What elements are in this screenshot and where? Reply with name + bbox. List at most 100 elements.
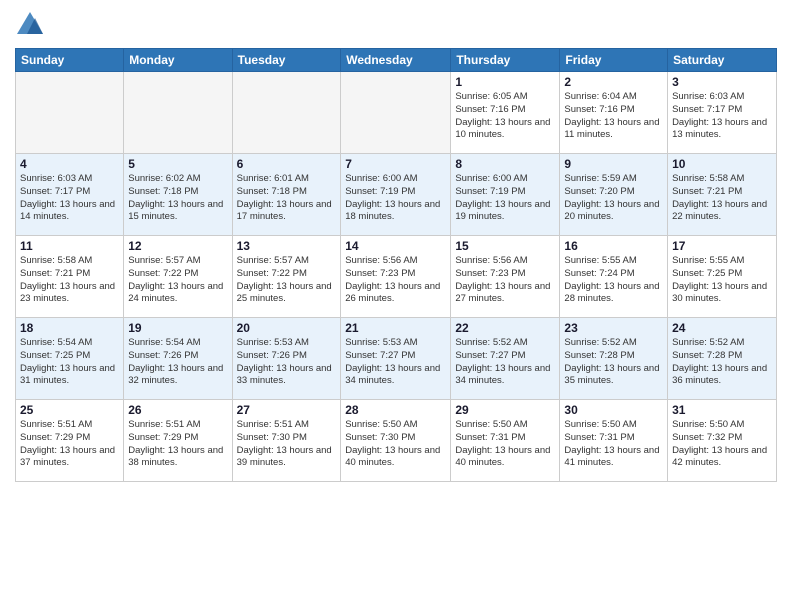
calendar-week-4: 18 Sunrise: 5:54 AMSunset: 7:25 PMDayligh… bbox=[16, 318, 777, 400]
day-info: Sunrise: 5:57 AMSunset: 7:22 PMDaylight:… bbox=[128, 255, 227, 306]
day-number: 21 bbox=[345, 321, 446, 335]
day-number: 18 bbox=[20, 321, 119, 335]
day-info: Sunrise: 5:52 AMSunset: 7:28 PMDaylight:… bbox=[564, 337, 663, 388]
day-info: Sunrise: 5:51 AMSunset: 7:29 PMDaylight:… bbox=[128, 419, 227, 470]
calendar-cell: 24 Sunrise: 5:52 AMSunset: 7:28 PMDayligh… bbox=[668, 318, 777, 400]
day-info: Sunrise: 6:05 AMSunset: 7:16 PMDaylight:… bbox=[455, 91, 555, 142]
day-number: 13 bbox=[237, 239, 337, 253]
calendar-cell: 11Sunrise: 5:58 AMSunset: 7:21 PMDayligh… bbox=[16, 236, 124, 318]
day-header-monday: Monday bbox=[124, 49, 232, 72]
day-info: Sunrise: 5:51 AMSunset: 7:30 PMDaylight:… bbox=[237, 419, 337, 470]
day-number: 12 bbox=[128, 239, 227, 253]
day-number: 19 bbox=[128, 321, 227, 335]
day-info: Sunrise: 6:02 AMSunset: 7:18 PMDaylight:… bbox=[128, 173, 227, 224]
day-number: 1 bbox=[455, 75, 555, 89]
calendar-cell: 13 Sunrise: 5:57 AMSunset: 7:22 PMDayligh… bbox=[232, 236, 341, 318]
calendar-cell: 28 Sunrise: 5:50 AMSunset: 7:30 PMDayligh… bbox=[341, 400, 451, 482]
calendar-table: SundayMondayTuesdayWednesdayThursdayFrid… bbox=[15, 48, 777, 482]
day-info: Sunrise: 5:55 AMSunset: 7:25 PMDaylight:… bbox=[672, 255, 772, 306]
day-number: 10 bbox=[672, 157, 772, 171]
day-number: 9 bbox=[564, 157, 663, 171]
calendar-cell: 17 Sunrise: 5:55 AMSunset: 7:25 PMDayligh… bbox=[668, 236, 777, 318]
day-info: Sunrise: 5:59 AMSunset: 7:20 PMDaylight:… bbox=[564, 173, 663, 224]
day-number: 14 bbox=[345, 239, 446, 253]
day-info: Sunrise: 5:52 AMSunset: 7:27 PMDaylight:… bbox=[455, 337, 555, 388]
day-number: 30 bbox=[564, 403, 663, 417]
day-header-sunday: Sunday bbox=[16, 49, 124, 72]
calendar-cell: 8 Sunrise: 6:00 AMSunset: 7:19 PMDaylight… bbox=[451, 154, 560, 236]
day-info: Sunrise: 5:55 AMSunset: 7:24 PMDaylight:… bbox=[564, 255, 663, 306]
calendar-cell: 31Sunrise: 5:50 AMSunset: 7:32 PMDayligh… bbox=[668, 400, 777, 482]
calendar-cell: 15 Sunrise: 5:56 AMSunset: 7:23 PMDayligh… bbox=[451, 236, 560, 318]
day-number: 22 bbox=[455, 321, 555, 335]
header-row: SundayMondayTuesdayWednesdayThursdayFrid… bbox=[16, 49, 777, 72]
calendar-cell: 1 Sunrise: 6:05 AMSunset: 7:16 PMDaylight… bbox=[451, 72, 560, 154]
calendar-cell bbox=[341, 72, 451, 154]
calendar-cell: 5 Sunrise: 6:02 AMSunset: 7:18 PMDaylight… bbox=[124, 154, 232, 236]
logo bbox=[15, 10, 49, 40]
day-header-wednesday: Wednesday bbox=[341, 49, 451, 72]
calendar-week-2: 4Sunrise: 6:03 AMSunset: 7:17 PMDaylight… bbox=[16, 154, 777, 236]
day-header-thursday: Thursday bbox=[451, 49, 560, 72]
day-number: 28 bbox=[345, 403, 446, 417]
day-info: Sunrise: 6:03 AMSunset: 7:17 PMDaylight:… bbox=[20, 173, 119, 224]
day-number: 7 bbox=[345, 157, 446, 171]
calendar-week-5: 25 Sunrise: 5:51 AMSunset: 7:29 PMDayligh… bbox=[16, 400, 777, 482]
calendar-cell: 20Sunrise: 5:53 AMSunset: 7:26 PMDayligh… bbox=[232, 318, 341, 400]
calendar-cell: 3Sunrise: 6:03 AMSunset: 7:17 PMDaylight… bbox=[668, 72, 777, 154]
calendar-cell: 23 Sunrise: 5:52 AMSunset: 7:28 PMDayligh… bbox=[560, 318, 668, 400]
calendar-week-3: 11Sunrise: 5:58 AMSunset: 7:21 PMDayligh… bbox=[16, 236, 777, 318]
day-info: Sunrise: 6:04 AMSunset: 7:16 PMDaylight:… bbox=[564, 91, 663, 142]
day-info: Sunrise: 5:54 AMSunset: 7:25 PMDaylight:… bbox=[20, 337, 119, 388]
logo-icon bbox=[15, 10, 45, 40]
calendar-cell bbox=[232, 72, 341, 154]
day-number: 25 bbox=[20, 403, 119, 417]
calendar-cell bbox=[16, 72, 124, 154]
calendar-cell: 7 Sunrise: 6:00 AMSunset: 7:19 PMDaylight… bbox=[341, 154, 451, 236]
day-info: Sunrise: 5:57 AMSunset: 7:22 PMDaylight:… bbox=[237, 255, 337, 306]
calendar-cell: 2 Sunrise: 6:04 AMSunset: 7:16 PMDaylight… bbox=[560, 72, 668, 154]
day-number: 8 bbox=[455, 157, 555, 171]
day-info: Sunrise: 5:53 AMSunset: 7:26 PMDaylight:… bbox=[237, 337, 337, 388]
day-number: 23 bbox=[564, 321, 663, 335]
calendar-cell: 12 Sunrise: 5:57 AMSunset: 7:22 PMDayligh… bbox=[124, 236, 232, 318]
day-header-tuesday: Tuesday bbox=[232, 49, 341, 72]
calendar-cell: 4Sunrise: 6:03 AMSunset: 7:17 PMDaylight… bbox=[16, 154, 124, 236]
calendar-cell: 19 Sunrise: 5:54 AMSunset: 7:26 PMDayligh… bbox=[124, 318, 232, 400]
day-info: Sunrise: 5:53 AMSunset: 7:27 PMDaylight:… bbox=[345, 337, 446, 388]
day-number: 11 bbox=[20, 239, 119, 253]
day-number: 24 bbox=[672, 321, 772, 335]
day-number: 29 bbox=[455, 403, 555, 417]
day-number: 6 bbox=[237, 157, 337, 171]
day-number: 5 bbox=[128, 157, 227, 171]
day-header-saturday: Saturday bbox=[668, 49, 777, 72]
calendar-cell: 18 Sunrise: 5:54 AMSunset: 7:25 PMDayligh… bbox=[16, 318, 124, 400]
calendar-cell: 16 Sunrise: 5:55 AMSunset: 7:24 PMDayligh… bbox=[560, 236, 668, 318]
day-info: Sunrise: 5:54 AMSunset: 7:26 PMDaylight:… bbox=[128, 337, 227, 388]
calendar-cell: 10 Sunrise: 5:58 AMSunset: 7:21 PMDayligh… bbox=[668, 154, 777, 236]
calendar-cell: 27 Sunrise: 5:51 AMSunset: 7:30 PMDayligh… bbox=[232, 400, 341, 482]
calendar-cell: 26Sunrise: 5:51 AMSunset: 7:29 PMDayligh… bbox=[124, 400, 232, 482]
day-info: Sunrise: 5:56 AMSunset: 7:23 PMDaylight:… bbox=[345, 255, 446, 306]
day-number: 2 bbox=[564, 75, 663, 89]
day-header-friday: Friday bbox=[560, 49, 668, 72]
day-info: Sunrise: 5:50 AMSunset: 7:30 PMDaylight:… bbox=[345, 419, 446, 470]
day-info: Sunrise: 5:58 AMSunset: 7:21 PMDaylight:… bbox=[672, 173, 772, 224]
calendar-week-1: 1 Sunrise: 6:05 AMSunset: 7:16 PMDaylight… bbox=[16, 72, 777, 154]
day-info: Sunrise: 6:00 AMSunset: 7:19 PMDaylight:… bbox=[455, 173, 555, 224]
day-number: 16 bbox=[564, 239, 663, 253]
page: SundayMondayTuesdayWednesdayThursdayFrid… bbox=[0, 0, 792, 612]
day-number: 15 bbox=[455, 239, 555, 253]
day-info: Sunrise: 5:52 AMSunset: 7:28 PMDaylight:… bbox=[672, 337, 772, 388]
day-info: Sunrise: 6:00 AMSunset: 7:19 PMDaylight:… bbox=[345, 173, 446, 224]
calendar-cell: 9 Sunrise: 5:59 AMSunset: 7:20 PMDaylight… bbox=[560, 154, 668, 236]
day-info: Sunrise: 5:50 AMSunset: 7:31 PMDaylight:… bbox=[455, 419, 555, 470]
header bbox=[15, 10, 777, 40]
day-info: Sunrise: 5:56 AMSunset: 7:23 PMDaylight:… bbox=[455, 255, 555, 306]
day-info: Sunrise: 5:50 AMSunset: 7:32 PMDaylight:… bbox=[672, 419, 772, 470]
day-number: 17 bbox=[672, 239, 772, 253]
day-info: Sunrise: 5:51 AMSunset: 7:29 PMDaylight:… bbox=[20, 419, 119, 470]
day-number: 27 bbox=[237, 403, 337, 417]
calendar-cell: 29 Sunrise: 5:50 AMSunset: 7:31 PMDayligh… bbox=[451, 400, 560, 482]
calendar-cell: 30Sunrise: 5:50 AMSunset: 7:31 PMDayligh… bbox=[560, 400, 668, 482]
